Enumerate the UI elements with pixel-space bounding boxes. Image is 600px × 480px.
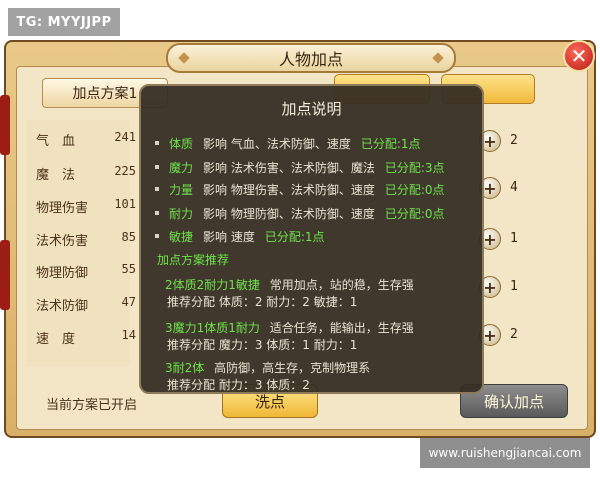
- recommend-name: 3魔力1体质1耐力: [165, 321, 260, 335]
- recommend-line: 3魔力1体质1耐力 适合任务，能输出，生存强: [165, 319, 414, 336]
- bullet-icon: [155, 165, 159, 169]
- recommend-distribution: 推荐分配 体质：2 耐力：2 敏捷：1: [167, 295, 358, 309]
- allocation-count: 1: [510, 279, 518, 294]
- attribute-effect: 影响 气血、法术防御、速度: [203, 136, 351, 151]
- attribute-effect: 影响 速度: [203, 229, 255, 244]
- allocation-count: 4: [510, 180, 518, 195]
- bullet-icon: [155, 234, 159, 238]
- bullet-icon: [155, 187, 159, 191]
- allocation-count: 2: [510, 133, 518, 148]
- stat-row-phys-atk: 物理伤害 101: [36, 197, 136, 219]
- close-icon: ✕: [570, 44, 588, 68]
- stat-value: 14: [121, 328, 136, 342]
- attribute-allocated: 已分配:0点: [384, 182, 445, 197]
- plus-icon: +: [483, 229, 497, 249]
- stat-label: 魔 法: [36, 168, 76, 183]
- recommend-name: 3耐2体: [165, 361, 205, 375]
- points-explanation-popup: 加点说明 体质 影响 气血、法术防御、速度 已分配:1点 魔力 影响 法术伤害、…: [139, 84, 484, 394]
- recommend-desc: 常用加点，站的稳，生存强: [269, 278, 414, 292]
- stat-row-mp: 魔 法 225: [36, 164, 136, 186]
- attribute-line: 体质 影响 气血、法术防御、速度 已分配:1点: [155, 134, 421, 152]
- stat-row-magic-def: 法术防御 47: [36, 295, 136, 317]
- attribute-name: 力量: [169, 182, 194, 197]
- window-title: 人物加点: [166, 43, 456, 73]
- attribute-name: 体质: [169, 136, 194, 151]
- stat-value: 55: [121, 262, 136, 276]
- bullet-icon: [155, 211, 159, 215]
- plus-icon: +: [483, 277, 497, 297]
- attribute-allocated: 已分配:1点: [360, 136, 421, 151]
- plus-icon: +: [483, 325, 497, 345]
- recommend-line: 2体质2耐力1敏捷 常用加点，站的稳，生存强: [165, 276, 414, 293]
- plus-icon: +: [483, 131, 497, 151]
- recommend-distribution: 推荐分配 耐力：3 体质：2: [167, 378, 310, 392]
- allocation-count: 1: [510, 231, 518, 246]
- bullet-icon: [155, 141, 159, 145]
- attribute-name: 敏捷: [169, 229, 194, 244]
- watermark-bottom: www.ruishengjiancai.com: [420, 438, 590, 468]
- stat-label: 法术防御: [36, 299, 89, 314]
- scheme-status: 当前方案已开启: [46, 398, 138, 413]
- stat-row-speed: 速 度 14: [36, 328, 136, 350]
- recommend-distribution: 推荐分配 魔力：3 体质：1 耐力：1: [167, 338, 358, 352]
- attribute-allocated: 已分配:1点: [264, 229, 325, 244]
- stat-label: 法术伤害: [36, 234, 89, 249]
- attribute-name: 魔力: [169, 160, 194, 175]
- stat-row-magic-atk: 法术伤害 85: [36, 230, 136, 252]
- attribute-line: 魔力 影响 法术伤害、法术防御、魔法 已分配:3点: [155, 158, 445, 176]
- stat-label: 速 度: [36, 332, 76, 347]
- recommend-header: 加点方案推荐: [157, 253, 230, 267]
- popup-title: 加点说明: [281, 100, 342, 118]
- stat-value: 101: [114, 197, 136, 211]
- stat-value: 241: [114, 130, 136, 144]
- recommend-line: 3耐2体 高防御，高生存，克制物理系: [165, 359, 370, 376]
- recommend-desc: 高防御，高生存，克制物理系: [214, 361, 371, 375]
- close-button[interactable]: ✕: [563, 40, 595, 72]
- stat-label: 气 血: [36, 134, 76, 149]
- stat-value: 225: [114, 164, 136, 178]
- stat-value: 85: [121, 230, 136, 244]
- attribute-line: 敏捷 影响 速度 已分配:1点: [155, 227, 325, 245]
- attribute-allocated: 已分配:0点: [384, 206, 445, 221]
- recommend-desc: 适合任务，能输出，生存强: [269, 321, 414, 335]
- attribute-name: 耐力: [169, 206, 194, 221]
- attribute-line: 耐力 影响 物理防御、法术防御、速度 已分配:0点: [155, 204, 445, 222]
- tassel-decoration: [0, 95, 10, 155]
- plus-icon: +: [483, 178, 497, 198]
- attribute-allocated: 已分配:3点: [384, 160, 445, 175]
- stat-label: 物理防御: [36, 266, 89, 281]
- attribute-effect: 影响 物理伤害、法术防御、速度: [203, 182, 375, 197]
- stat-value: 47: [121, 295, 136, 309]
- stat-row-phys-def: 物理防御 55: [36, 262, 136, 284]
- watermark-top: TG: MYYJJPP: [8, 8, 120, 36]
- recommend-name: 2体质2耐力1敏捷: [165, 278, 260, 292]
- attribute-effect: 影响 物理防御、法术防御、速度: [203, 206, 375, 221]
- tassel-decoration: [0, 240, 10, 310]
- attribute-effect: 影响 法术伤害、法术防御、魔法: [203, 160, 375, 175]
- stat-row-hp: 气 血 241: [36, 130, 136, 152]
- attribute-line: 力量 影响 物理伤害、法术防御、速度 已分配:0点: [155, 180, 445, 198]
- allocation-count: 2: [510, 327, 518, 342]
- stat-label: 物理伤害: [36, 201, 89, 216]
